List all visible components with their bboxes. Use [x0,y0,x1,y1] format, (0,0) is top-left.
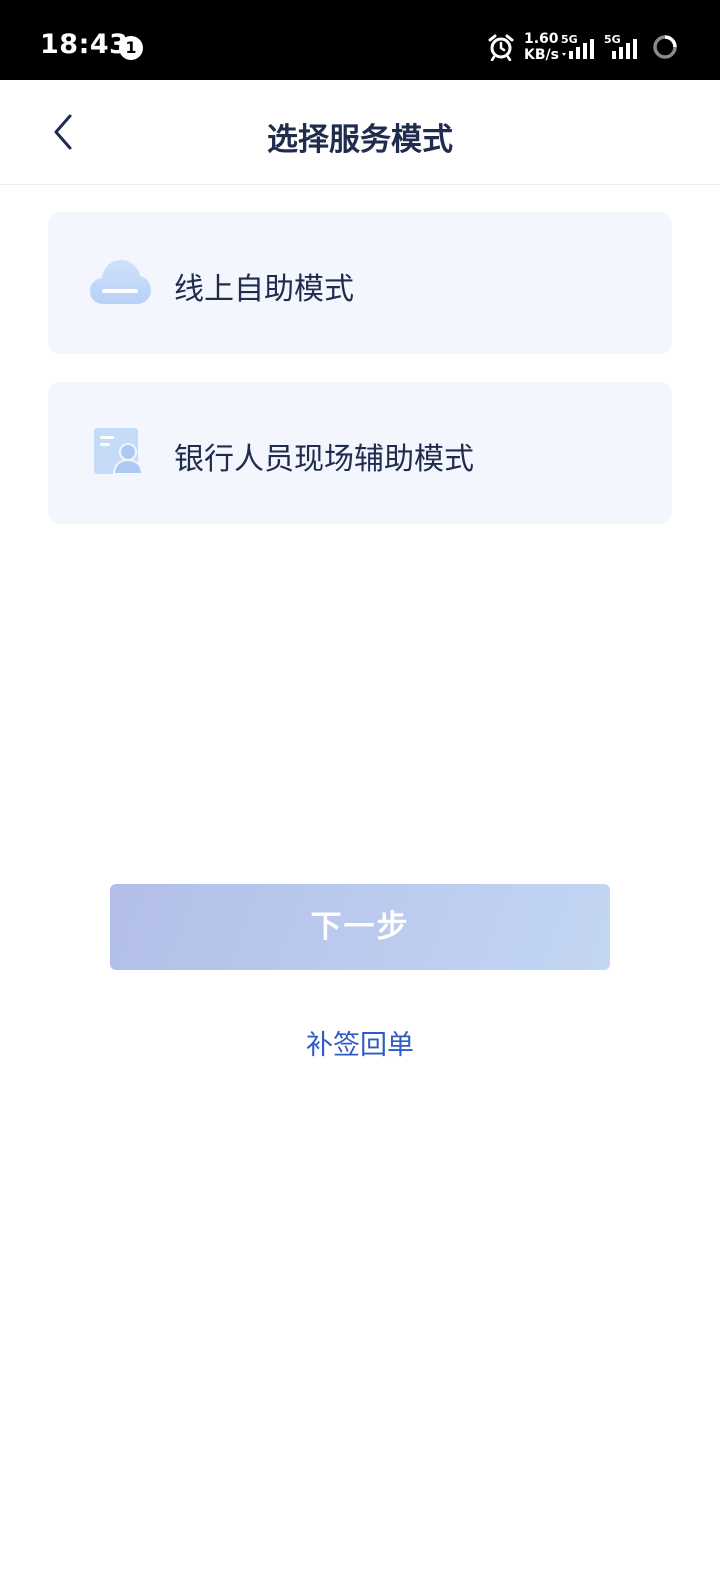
signal-bars-icon [612,39,637,59]
signal-bars-icon [562,39,594,59]
status-time: 18:43 [40,29,129,60]
notification-badge: 1 [119,36,143,60]
staff-card-icon [94,428,144,475]
status-bar: 18:43 1 1.60 KB/s 5G 5G [0,0,720,80]
alarm-icon [488,34,514,61]
resign-receipt-link[interactable]: 补签回单 [0,1023,720,1062]
network-speed-unit: KB/s [524,47,559,63]
network-speed-value: 1.60 [524,31,559,47]
loading-ring-icon [653,35,677,59]
mode-option-staff-assisted[interactable]: 银行人员现场辅助模式 [48,382,672,524]
network-speed: 1.60 KB/s [524,31,559,63]
mode-option-online-self-service[interactable]: 线上自助模式 [48,212,672,354]
mode-label: 银行人员现场辅助模式 [174,442,474,477]
next-step-button[interactable]: 下一步 [110,884,610,970]
nav-bar: 选择服务模式 [0,80,720,185]
cloud-icon [90,260,151,304]
page-title: 选择服务模式 [267,122,453,158]
mode-label: 线上自助模式 [174,272,354,307]
